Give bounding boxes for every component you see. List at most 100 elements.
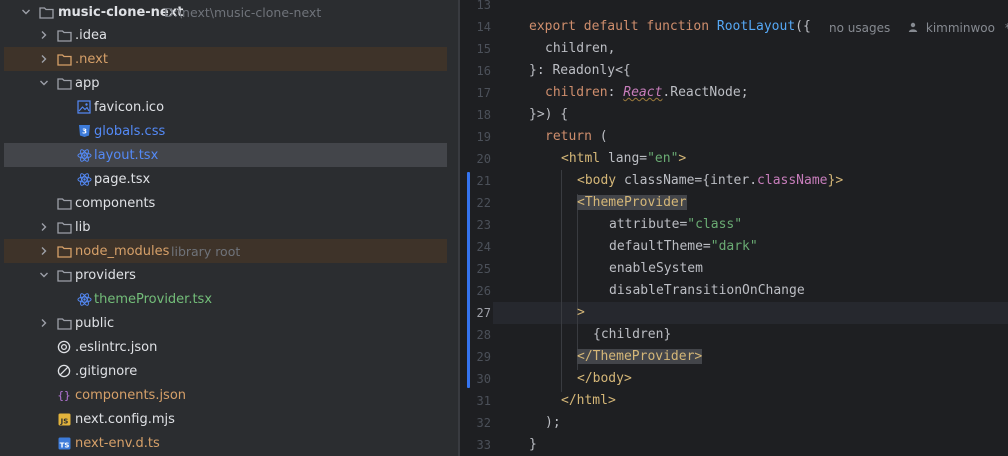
tree-item-next-config[interactable]: JS next.config.mjs [4,407,447,431]
line-number: 13 [476,0,491,12]
chevron-right-icon[interactable] [36,27,52,43]
token-tag: </body [577,371,624,386]
token-tag: > [678,151,687,166]
tree-root[interactable]: music-clone-next D:\next\music-clone-nex… [4,0,447,24]
tree-item-app[interactable]: app [4,71,447,95]
token-attr: disableTransitionOnChange [609,283,805,298]
svg-text:{}: {} [57,389,70,402]
tree-item-gitignore[interactable]: .gitignore [4,359,447,383]
token-namespace-warning[interactable]: React [623,85,662,100]
code-line-26: disableTransitionOnChange [609,280,805,302]
js-file-icon: JS [56,411,72,427]
code-line-18: }>) { [529,104,568,126]
token-punct: ({ [795,19,811,34]
chevron-down-icon[interactable] [36,75,52,91]
token-attr: enableSystem [609,261,703,276]
svg-text:JS: JS [59,417,68,425]
chevron-right-icon[interactable] [36,219,52,235]
token-tag: > [607,393,616,408]
folder-excluded-icon [56,51,72,67]
tree-item-providers[interactable]: providers [4,263,447,287]
tree-item-components[interactable]: components [4,191,447,215]
line-number: 16 [476,64,491,78]
token-attr: lang [600,151,640,166]
author-hint[interactable]: kimminwoo [926,17,995,39]
tree-item-page-tsx[interactable]: page.tsx [4,167,447,191]
token-property: children [545,85,608,100]
tree-item-public[interactable]: public [4,311,447,335]
line-number: 17 [476,86,491,100]
token-text: }>) { [529,107,569,122]
line-number: 20 [476,152,491,166]
tree-item-eslintrc[interactable]: .eslintrc.json [4,335,447,359]
code-line-24: defaultTheme="dark" [609,236,758,258]
code-line-29: </ThemeProvider> [577,346,703,368]
token-punct: ( [591,129,608,144]
tree-item-label: .next [75,51,108,67]
tree-item-label: .idea [75,27,107,43]
folder-icon [56,219,72,235]
tree-item-hint: library root [171,243,241,259]
tree-item-label: page.tsx [94,171,151,187]
token-text: ={inter. [694,173,758,188]
folder-icon [56,315,72,331]
line-number: 15 [476,42,491,56]
token-attr: attribute [609,217,680,232]
tree-item-components-json[interactable]: {} components.json [4,383,447,407]
indent-guide [561,170,562,392]
code-line-19: return ( [545,126,608,148]
svg-text:3: 3 [82,128,87,136]
tree-item-next-env[interactable]: TS next-env.d.ts [4,431,447,455]
chevron-down-icon[interactable] [36,267,52,283]
code-line-22: <ThemeProvider [577,192,687,214]
tree-item-label: public [75,315,115,331]
line-number: 29 [476,350,491,364]
token-attr: defaultTheme [609,239,703,254]
line-number: 28 [476,328,491,342]
token-tag-matched[interactable]: </ThemeProvider [577,349,695,364]
tree-item-label: favicon.ico [94,99,165,115]
tree-item-node-modules[interactable]: node_modules library root [4,239,447,263]
folder-excluded-icon [56,243,72,259]
tree-item-globals-css[interactable]: 3 globals.css [4,119,447,143]
tree-item-favicon[interactable]: favicon.ico [4,95,447,119]
tree-item-next[interactable]: .next [4,47,447,71]
eslint-file-icon [56,339,72,355]
token-tag-matched[interactable]: <ThemeProvider [577,195,687,210]
css-file-icon: 3 [76,123,92,139]
usages-hint[interactable]: no usages [829,17,890,39]
chevron-down-icon[interactable] [18,4,34,20]
token-tag: > [694,349,703,364]
token-tag: > [577,305,585,320]
react-file-icon [76,171,92,187]
chevron-right-icon[interactable] [36,315,52,331]
line-number: 32 [476,416,491,430]
code-line-20: <html lang="en"> [561,148,686,170]
chevron-right-icon[interactable] [36,51,52,67]
line-number: 33 [476,438,491,452]
tree-item-label: .eslintrc.json [75,339,158,355]
folder-icon [56,267,72,283]
code-editor[interactable]: 13 14 15 16 17 18 19 20 21 22 23 24 25 2… [460,0,1008,456]
line-number: 25 [476,262,491,276]
token-punct: = [639,151,648,166]
line-number: 26 [476,284,491,298]
token-keyword: export [529,19,576,34]
tree-item-label: providers [75,267,136,283]
chevron-right-icon[interactable] [36,243,52,259]
author-icon [908,17,918,39]
token-text: children, [545,41,616,56]
token-tag: <body [577,173,617,188]
tree-item-layout-tsx[interactable]: layout.tsx [4,143,447,167]
token-function[interactable]: RootLayout [717,19,795,34]
tree-item-label: layout.tsx [94,147,159,163]
token-tag: }> [827,173,844,188]
tree-item-label: themeProvider.tsx [94,291,213,307]
line-number: 14 [476,20,491,34]
token-text: .ReactNode; [662,85,749,100]
tree-item-themeprovider-tsx[interactable]: themeProvider.tsx [4,287,447,311]
line-number: 30 [476,372,491,386]
tree-item-lib[interactable]: lib [4,215,447,239]
inlay-hints[interactable]: no usages kimminwoo * [829,17,1008,39]
tree-item-idea[interactable]: .idea [4,23,447,47]
